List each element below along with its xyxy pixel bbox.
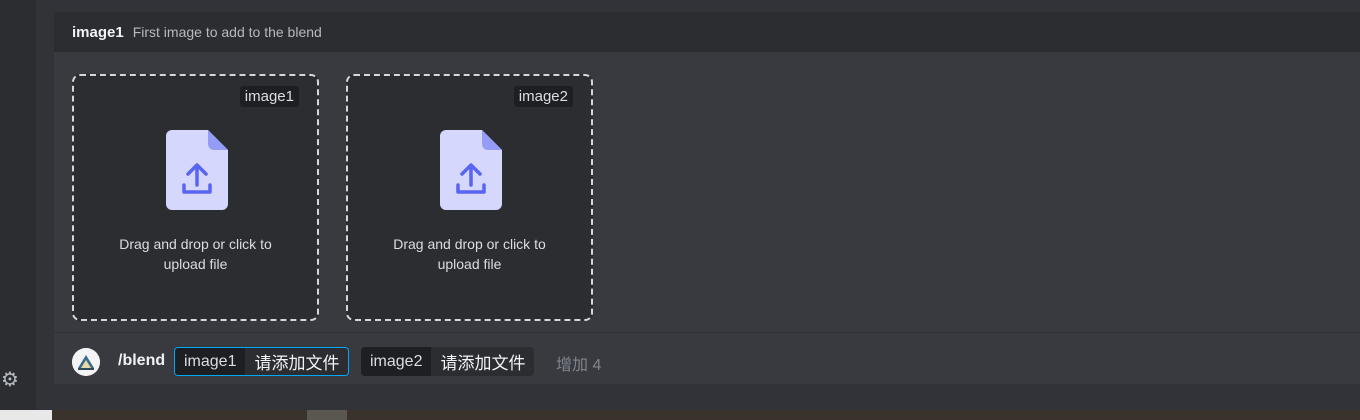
option-name: image1 bbox=[72, 23, 124, 41]
taskbar-thumbnail bbox=[0, 410, 52, 420]
dropzone-line1: Drag and drop or click to bbox=[393, 236, 546, 252]
option-description: First image to add to the blend bbox=[132, 24, 322, 40]
server-sidebar: ⚙ bbox=[0, 0, 36, 410]
dropzone-tag: image2 bbox=[513, 86, 573, 107]
taskbar-segment bbox=[307, 410, 347, 420]
dropzone-line2: upload file bbox=[437, 256, 502, 272]
dropzone-line1: Drag and drop or click to bbox=[119, 236, 272, 252]
dropzone-instructions: Drag and drop or click to upload file bbox=[74, 234, 317, 274]
top-strip bbox=[36, 0, 1360, 12]
upload-dropzone-image1[interactable]: image1 Drag and drop or click to upload … bbox=[72, 74, 319, 321]
option-pill-name: image2 bbox=[361, 347, 432, 376]
bot-avatar bbox=[72, 348, 100, 376]
dropzone-instructions: Drag and drop or click to upload file bbox=[348, 234, 591, 274]
bottom-strip bbox=[0, 410, 1360, 420]
option-pill-image1[interactable]: image1 请添加文件 bbox=[174, 347, 350, 376]
command-option-panel: image1 First image to add to the blend i… bbox=[54, 12, 1360, 384]
file-upload-icon bbox=[166, 130, 228, 210]
upload-dropzone-image2[interactable]: image2 Drag and drop or click to upload … bbox=[346, 74, 593, 321]
more-options-button[interactable]: 增加 4 bbox=[556, 351, 601, 375]
option-pill-value: 请添加文件 bbox=[431, 347, 535, 376]
option-pill-value: 请添加文件 bbox=[245, 348, 349, 375]
file-upload-icon bbox=[440, 130, 502, 210]
option-pill-name: image1 bbox=[175, 348, 246, 375]
option-header: image1 First image to add to the blend bbox=[54, 12, 1360, 52]
slash-command-bar: /blend image1 请添加文件 image2 请添加文件 增加 4 bbox=[54, 332, 1360, 384]
dropzone-tag: image1 bbox=[239, 86, 299, 107]
dropzone-line2: upload file bbox=[163, 256, 228, 272]
gear-icon[interactable]: ⚙ bbox=[0, 369, 20, 391]
option-pill-image2[interactable]: image2 请添加文件 bbox=[361, 347, 535, 376]
command-name: /blend bbox=[118, 352, 166, 369]
